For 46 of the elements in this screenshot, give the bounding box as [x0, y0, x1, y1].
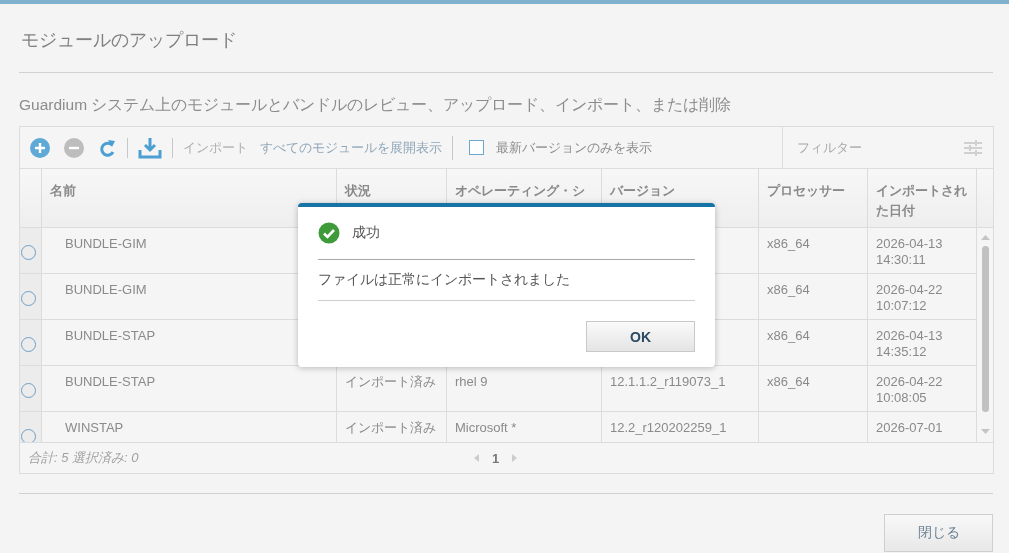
column-header[interactable]: バージョン — [610, 181, 750, 201]
table-cell-text: rhel 9 — [455, 374, 489, 390]
table-cell-text: x86_64 — [767, 236, 811, 252]
column-header[interactable]: オペレーティング・シ — [455, 181, 593, 201]
column-header[interactable]: 名前 — [50, 181, 328, 201]
scrollbar[interactable] — [976, 228, 993, 442]
table-cell-text: 2026-04-13 14:35:12 — [876, 328, 944, 360]
table-cell-text: 12.1.1.2_r119073_1 — [610, 374, 727, 390]
previous-page-icon[interactable] — [474, 454, 480, 462]
table-summary: 合計: 5 選択済み: 0 — [28, 449, 140, 467]
add-icon[interactable] — [29, 136, 51, 159]
table-cell-text: BUNDLE-GIM — [65, 282, 148, 298]
table-cell-text: BUNDLE-STAP — [65, 328, 157, 344]
page-title: モジュールのアップロード — [20, 29, 238, 49]
column-header[interactable]: 状況 — [345, 181, 438, 201]
dialog-title: 成功 — [352, 224, 380, 242]
latest-only-checkbox[interactable] — [469, 140, 484, 155]
table-cell-text: 12.2_r120202259_1 — [610, 420, 728, 436]
table-cell-text: x86_64 — [767, 282, 811, 298]
next-page-icon[interactable] — [511, 454, 518, 462]
expand-all-link[interactable]: すべてのモジュールを展開表示 — [260, 138, 442, 157]
table-cell-text: 2026-04-22 10:07:12 — [876, 282, 944, 314]
page-description: Guardium システム上のモジュールとバンドルのレビュー、アップロード、インポート、または削除 — [19, 95, 733, 115]
table-cell-text: 2026-07-01 — [876, 420, 944, 436]
page-number[interactable]: 1 — [492, 450, 500, 466]
remove-icon[interactable] — [63, 136, 85, 159]
latest-only-label: 最新バージョンのみを表示 — [496, 138, 652, 157]
dialog-message: ファイルは正常にインポートされました — [318, 271, 570, 289]
table-cell-text: WINSTAP — [65, 420, 125, 436]
filter-icon[interactable] — [963, 138, 983, 157]
column-header[interactable]: インポートされた日付 — [876, 181, 968, 221]
ok-button[interactable]: OK — [586, 321, 695, 352]
table-cell-text: 2026-04-22 10:08:05 — [876, 374, 944, 406]
success-check-icon — [318, 222, 340, 244]
table-cell-text: x86_64 — [767, 374, 811, 390]
column-header[interactable]: プロセッサー — [767, 181, 859, 201]
filter-field[interactable]: フィルター — [795, 139, 963, 156]
table-cell-text: BUNDLE-STAP — [65, 374, 157, 390]
download-icon[interactable] — [138, 136, 162, 159]
table-cell-text: インポート済み — [345, 374, 437, 390]
table-cell-text: インポート済み — [345, 420, 437, 436]
table-cell-text: x86_64 — [767, 328, 811, 344]
close-button[interactable]: 閉じる — [884, 514, 993, 552]
table-cell-text: Microsoft * — [455, 420, 518, 436]
table-cell-text: BUNDLE-GIM — [65, 236, 148, 252]
table-cell-text: 2026-04-13 14:30:11 — [876, 236, 944, 268]
